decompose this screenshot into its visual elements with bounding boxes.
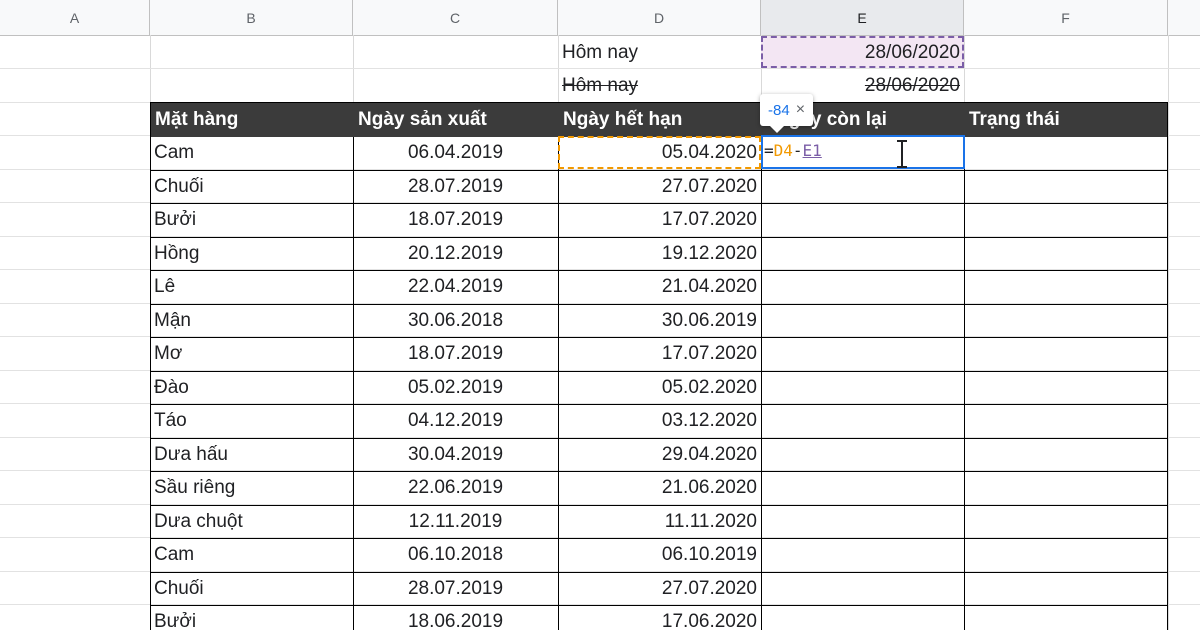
table-cell-expiry-date[interactable]: 21.06.2020 — [558, 471, 761, 504]
table-cell-item[interactable]: Táo — [150, 404, 353, 437]
table-cell-status[interactable] — [964, 404, 1168, 437]
table-cell-days-left[interactable] — [761, 605, 964, 630]
table-cell-days-left[interactable] — [761, 304, 964, 337]
header-status[interactable]: Trạng thái — [964, 102, 1168, 137]
table-cell-production-date[interactable]: 22.04.2019 — [353, 270, 558, 303]
table-cell-production-date[interactable]: 28.07.2019 — [353, 572, 558, 605]
table-cell-expiry-date[interactable]: 30.06.2019 — [558, 304, 761, 337]
table-cell-days-left[interactable] — [761, 572, 964, 605]
table-cell-days-left[interactable] — [761, 371, 964, 404]
table-cell-production-date[interactable]: 06.04.2019 — [353, 136, 558, 169]
table-cell-item[interactable]: Mơ — [150, 337, 353, 370]
formula-operator: - — [792, 141, 803, 160]
table-cell-expiry-date[interactable]: 17.07.2020 — [558, 203, 761, 236]
table-cell-status[interactable] — [964, 337, 1168, 370]
header-production-date[interactable]: Ngày sản xuất — [353, 102, 558, 137]
table-cell-item[interactable]: Dưa chuột — [150, 505, 353, 538]
table-cell-production-date[interactable]: 04.12.2019 — [353, 404, 558, 437]
column-header-f[interactable]: F — [964, 0, 1168, 35]
table-cell-status[interactable] — [964, 605, 1168, 630]
table-cell-item[interactable]: Bưởi — [150, 203, 353, 236]
formula-ref-e1[interactable]: E1 — [803, 141, 822, 160]
close-icon[interactable]: × — [796, 101, 805, 119]
column-header-d[interactable]: D — [558, 0, 761, 35]
table-cell-status[interactable] — [964, 203, 1168, 236]
table-cell-item[interactable]: Cam — [150, 136, 353, 169]
table-cell-status[interactable] — [964, 170, 1168, 203]
table-cell-status[interactable] — [964, 371, 1168, 404]
table-cell-status[interactable] — [964, 136, 1168, 169]
text-cursor-icon — [897, 140, 907, 168]
formula-preview-tooltip: -84 × — [760, 94, 814, 133]
table-cell-expiry-date[interactable]: 19.12.2020 — [558, 237, 761, 270]
table-cell-days-left[interactable] — [761, 404, 964, 437]
table-cell-production-date[interactable]: 28.07.2019 — [353, 170, 558, 203]
table-cell-expiry-date[interactable]: 29.04.2020 — [558, 438, 761, 471]
table-cell-days-left[interactable] — [761, 505, 964, 538]
column-header-a[interactable]: A — [0, 0, 150, 35]
table-cell-item[interactable]: Hồng — [150, 237, 353, 270]
table-cell-days-left[interactable] — [761, 337, 964, 370]
table-cell-days-left[interactable] — [761, 538, 964, 571]
table-cell-expiry-date[interactable]: 17.07.2020 — [558, 337, 761, 370]
table-cell-expiry-date[interactable]: 05.02.2020 — [558, 371, 761, 404]
table-cell-item[interactable]: Lê — [150, 270, 353, 303]
table-cell-expiry-date[interactable]: 27.07.2020 — [558, 572, 761, 605]
table-cell-item[interactable]: Cam — [150, 538, 353, 571]
table-cell-item[interactable]: Đào — [150, 371, 353, 404]
header-expiry-date[interactable]: Ngày hết hạn — [558, 102, 761, 137]
table-cell-production-date[interactable]: 30.04.2019 — [353, 438, 558, 471]
table-cell-item[interactable]: Sầu riêng — [150, 471, 353, 504]
table-cell-item[interactable]: Chuối — [150, 170, 353, 203]
column-header-c[interactable]: C — [353, 0, 558, 35]
table-cell-status[interactable] — [964, 505, 1168, 538]
table-cell-production-date[interactable]: 06.10.2018 — [353, 538, 558, 571]
today-label-2[interactable]: Hôm nay — [558, 69, 761, 102]
table-cell-status[interactable] — [964, 237, 1168, 270]
formula-equals: = — [764, 141, 774, 160]
table-cell-expiry-date[interactable]: 11.11.2020 — [558, 505, 761, 538]
table-cell-days-left[interactable] — [761, 270, 964, 303]
table-cell-expiry-date[interactable]: 21.04.2020 — [558, 270, 761, 303]
table-cell-item[interactable]: Mận — [150, 304, 353, 337]
table-cell-expiry-date[interactable]: 17.06.2020 — [558, 605, 761, 630]
table-cell-production-date[interactable]: 20.12.2019 — [353, 237, 558, 270]
table-cell-expiry-date[interactable]: 03.12.2020 — [558, 404, 761, 437]
column-header-row: A B C D E F — [0, 0, 1200, 36]
column-header-b[interactable]: B — [150, 0, 353, 35]
table-cell-status[interactable] — [964, 538, 1168, 571]
table-cell-days-left[interactable] — [761, 203, 964, 236]
table-cell-production-date[interactable]: 18.06.2019 — [353, 605, 558, 630]
table-cell-production-date[interactable]: 30.06.2018 — [353, 304, 558, 337]
today-label-1[interactable]: Hôm nay — [558, 36, 761, 69]
today-value-1[interactable]: 28/06/2020 — [761, 36, 964, 69]
table-cell-status[interactable] — [964, 572, 1168, 605]
table-cell-production-date[interactable]: 05.02.2019 — [353, 371, 558, 404]
table-cell-status[interactable] — [964, 270, 1168, 303]
referenced-cell-d4 — [558, 136, 761, 169]
header-item[interactable]: Mặt hàng — [150, 102, 353, 137]
table-cell-expiry-date[interactable]: 06.10.2019 — [558, 538, 761, 571]
column-header-e[interactable]: E — [761, 0, 964, 35]
table-cell-production-date[interactable]: 22.06.2019 — [353, 471, 558, 504]
table-cell-item[interactable]: Bưởi — [150, 605, 353, 630]
table-cell-days-left[interactable] — [761, 471, 964, 504]
table-cell-item[interactable]: Chuối — [150, 572, 353, 605]
formula-editor[interactable]: =D4-E1 — [764, 137, 822, 165]
table-cell-status[interactable] — [964, 438, 1168, 471]
spreadsheet: A B C D E F Hôm nay 28/06/2020 Hôm nay 2… — [0, 0, 1200, 630]
formula-preview-value: -84 — [768, 101, 790, 119]
table-cell-production-date[interactable]: 12.11.2019 — [353, 505, 558, 538]
table-cell-days-left[interactable] — [761, 237, 964, 270]
table-cell-expiry-date[interactable]: 27.07.2020 — [558, 170, 761, 203]
table-cell-item[interactable]: Dưa hấu — [150, 438, 353, 471]
table-cell-production-date[interactable]: 18.07.2019 — [353, 337, 558, 370]
table-cell-days-left[interactable] — [761, 170, 964, 203]
table-cell-days-left[interactable] — [761, 438, 964, 471]
table-cell-status[interactable] — [964, 471, 1168, 504]
table-cell-production-date[interactable]: 18.07.2019 — [353, 203, 558, 236]
formula-ref-d4[interactable]: D4 — [774, 141, 793, 160]
table-cell-status[interactable] — [964, 304, 1168, 337]
